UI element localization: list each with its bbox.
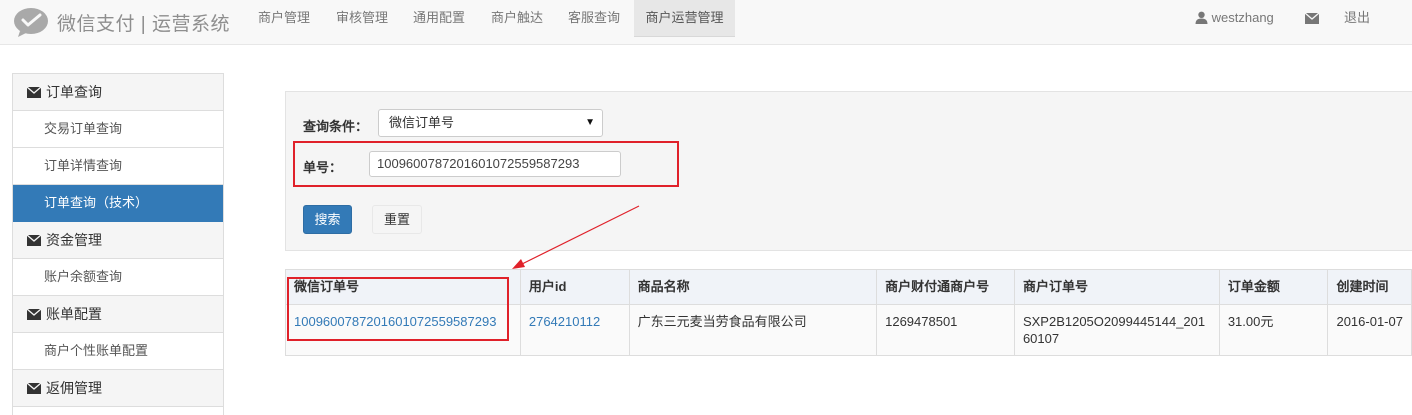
- annotation-arrow-icon: [512, 205, 640, 269]
